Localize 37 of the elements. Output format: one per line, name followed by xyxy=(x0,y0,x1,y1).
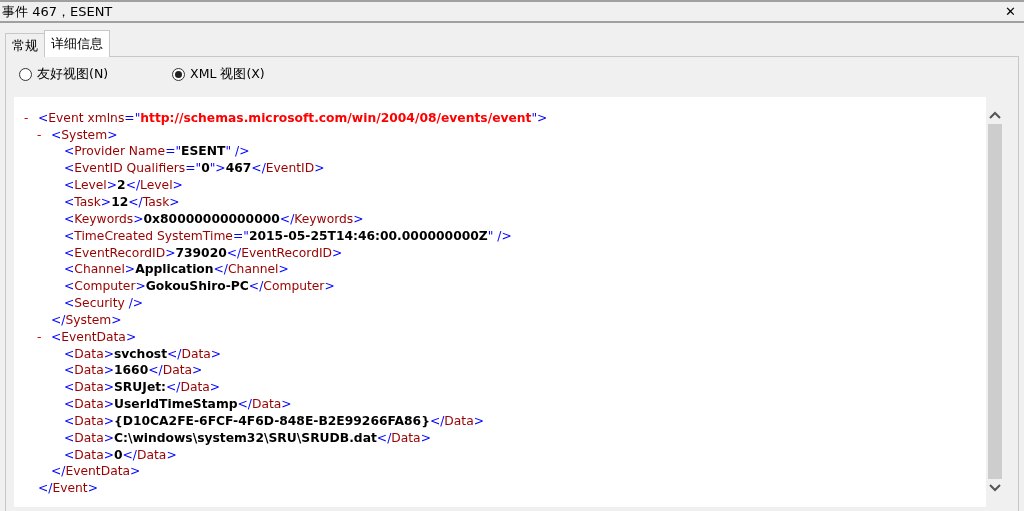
xml-line: <System> xyxy=(51,126,118,144)
collapse-toggle[interactable]: - xyxy=(24,109,38,127)
xml-line: <Data>{D10CA2FE-6FCF-4F6D-848E-B2E99266FA86}</Data> xyxy=(64,412,485,430)
xml-line: <Security /> xyxy=(64,295,144,312)
xml-line: <Level>2</Level> xyxy=(64,177,183,194)
xml-line: <TimeCreated SystemTime="2015-05-25T14:46:00.000000000Z" /> xyxy=(64,227,512,245)
xml-line: </Event> xyxy=(38,480,98,498)
xml-line: <EventData> xyxy=(51,328,137,346)
xml-line: <Provider Name="ESENT" /> xyxy=(64,143,250,161)
xml-line: <Event xmlns="http://schemas.microsoft.com/win/2004/08/events/event"> xyxy=(38,109,548,127)
xml-line: <Data>1660</Data> xyxy=(64,362,203,380)
collapse-toggle[interactable]: - xyxy=(37,328,51,346)
xml-line: </System> xyxy=(51,311,122,329)
xml-line: <Channel>Application</Channel> xyxy=(64,261,289,279)
xml-line: <Data>0</Data> xyxy=(64,446,177,464)
xml-line: <EventRecordID>739020</EventRecordID> xyxy=(64,244,343,262)
xml-line: <Computer>GokouShiro-PC</Computer> xyxy=(64,278,335,296)
scroll-down-icon[interactable] xyxy=(988,482,1002,493)
view-radio[interactable]: 友好视图(N) xyxy=(19,65,109,84)
xml-line: <Data>C:\windows\system32\SRU\SRUDB.dat</Data> xyxy=(64,429,431,447)
xml-line: <Data>svchost</Data> xyxy=(64,345,222,363)
tab[interactable]: 常规 xyxy=(5,33,45,57)
close-button[interactable]: ✕ xyxy=(1003,5,1018,18)
view-radio[interactable]: XML 视图(X) xyxy=(172,65,265,84)
radio-icon[interactable] xyxy=(19,67,32,81)
tab[interactable]: 详细信息 xyxy=(44,30,110,57)
window-title: 事件 467，ESENT xyxy=(2,2,113,21)
xml-line: <Data>UserIdTimeStamp</Data> xyxy=(64,396,292,413)
scroll-up-icon[interactable] xyxy=(988,109,1002,120)
collapse-toggle[interactable]: - xyxy=(37,126,51,144)
xml-line: <EventID Qualifiers="0">467</EventID> xyxy=(64,160,325,178)
radio-icon[interactable] xyxy=(172,67,186,81)
xml-line: <Keywords>0x80000000000000</Keywords> xyxy=(64,210,364,228)
xml-line: <Task>12</Task> xyxy=(64,193,180,211)
xml-line: </EventData> xyxy=(51,463,141,481)
xml-line: <Data>SRUJet:</Data> xyxy=(64,379,221,397)
scroll-thumb[interactable] xyxy=(988,123,1002,479)
